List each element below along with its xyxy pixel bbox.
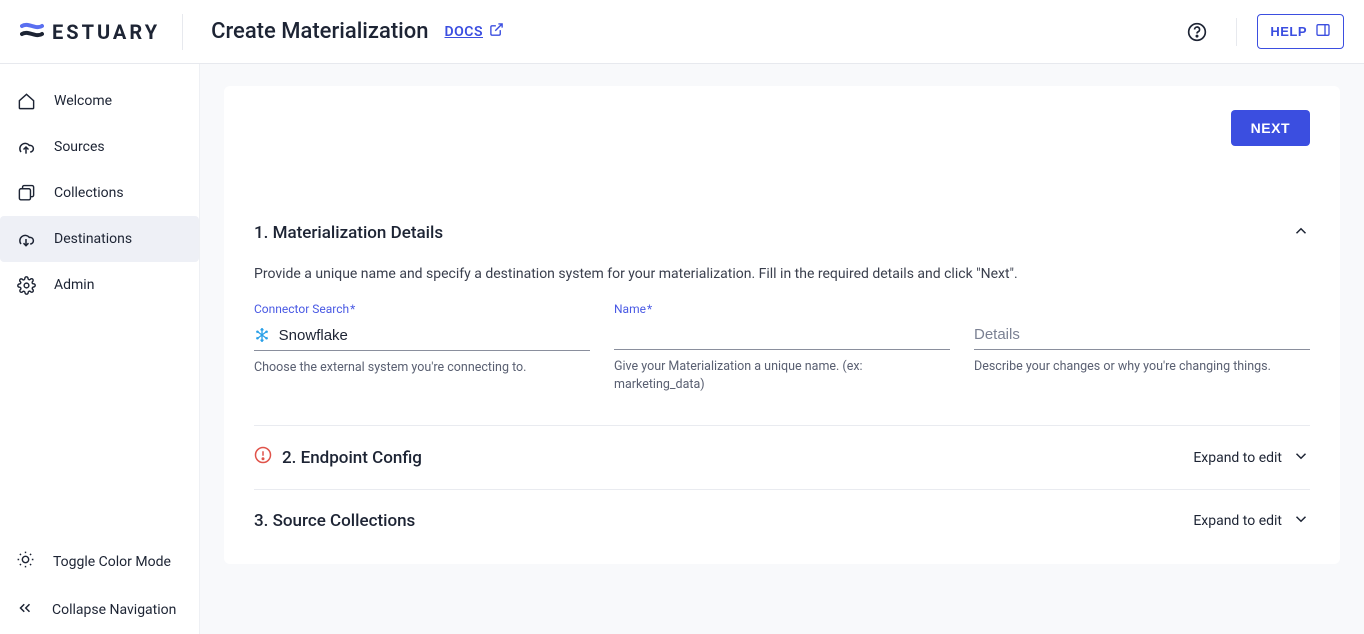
section-details-description: Provide a unique name and specify a dest… (254, 266, 1310, 282)
topbar: ESTUARY Create Materialization DOCS HELP (0, 0, 1364, 64)
page-title: Create Materialization (211, 19, 428, 44)
brand-logo[interactable]: ESTUARY (20, 14, 183, 50)
brand-logo-mark (20, 20, 44, 44)
connector-help: Choose the external system you're connec… (254, 359, 590, 377)
details-field: Describe your changes or why you're chan… (974, 302, 1310, 393)
expand-label: Expand to edit (1193, 450, 1282, 466)
alert-circle-icon (254, 446, 272, 469)
chevron-down-icon (1292, 510, 1310, 532)
materialization-card: NEXT 1. Materialization Details Provide … (224, 86, 1340, 564)
section-source-collections[interactable]: 3. Source Collections Expand to edit (254, 489, 1310, 552)
panel-right-icon (1315, 22, 1331, 41)
details-input[interactable] (974, 326, 1310, 343)
toggle-color-mode[interactable]: Toggle Color Mode (0, 537, 199, 586)
name-label: Name (614, 302, 950, 316)
sidebar-item-label: Welcome (54, 93, 112, 109)
connector-search-input[interactable] (279, 327, 590, 344)
section-details-title: 1. Materialization Details (254, 223, 443, 243)
sidebar: Welcome Sources Collections Destinations… (0, 64, 200, 634)
sidebar-item-collections[interactable]: Collections (0, 170, 199, 216)
docs-link[interactable]: DOCS (445, 22, 504, 41)
sidebar-item-label: Admin (54, 277, 94, 293)
cloud-upload-icon (16, 137, 36, 157)
sidebar-item-sources[interactable]: Sources (0, 124, 199, 170)
expand-label: Expand to edit (1193, 513, 1282, 529)
sun-icon (16, 550, 35, 573)
home-icon (16, 91, 36, 111)
collapse-navigation-label: Collapse Navigation (52, 602, 176, 618)
sidebar-item-welcome[interactable]: Welcome (0, 78, 199, 124)
snowflake-icon (254, 326, 271, 344)
collections-icon (16, 183, 36, 203)
divider (1236, 18, 1237, 46)
details-help: Describe your changes or why you're chan… (974, 358, 1310, 376)
next-button[interactable]: NEXT (1231, 110, 1310, 146)
external-link-icon (489, 22, 504, 41)
section-endpoint-title: 2. Endpoint Config (282, 448, 422, 468)
help-circle-icon[interactable] (1186, 21, 1208, 43)
chevron-down-icon (1292, 447, 1310, 469)
docs-link-label: DOCS (445, 24, 483, 40)
cloud-download-icon (16, 229, 36, 249)
main-content: NEXT 1. Materialization Details Provide … (200, 64, 1364, 634)
gear-icon (16, 275, 36, 295)
toggle-color-mode-label: Toggle Color Mode (53, 554, 171, 570)
collapse-navigation[interactable]: Collapse Navigation (0, 586, 199, 634)
chevron-up-icon[interactable] (1292, 222, 1310, 244)
section-details-header[interactable]: 1. Materialization Details (254, 216, 1310, 254)
sidebar-item-label: Destinations (54, 231, 132, 247)
name-help: Give your Materialization a unique name.… (614, 358, 950, 393)
help-button[interactable]: HELP (1257, 14, 1344, 49)
brand-name: ESTUARY (52, 20, 160, 44)
help-button-label: HELP (1270, 24, 1307, 39)
section-source-title: 3. Source Collections (254, 511, 415, 531)
sidebar-item-admin[interactable]: Admin (0, 262, 199, 308)
sidebar-item-label: Sources (54, 139, 105, 155)
connector-label: Connector Search (254, 302, 590, 316)
sidebar-item-destinations[interactable]: Destinations (0, 216, 199, 262)
sidebar-item-label: Collections (54, 185, 124, 201)
name-field: Name Give your Materialization a unique … (614, 302, 950, 393)
connector-field: Connector Search Choose the external sys… (254, 302, 590, 393)
chevrons-left-icon (16, 599, 34, 621)
section-endpoint-config[interactable]: 2. Endpoint Config Expand to edit (254, 425, 1310, 489)
name-input[interactable] (614, 326, 950, 343)
